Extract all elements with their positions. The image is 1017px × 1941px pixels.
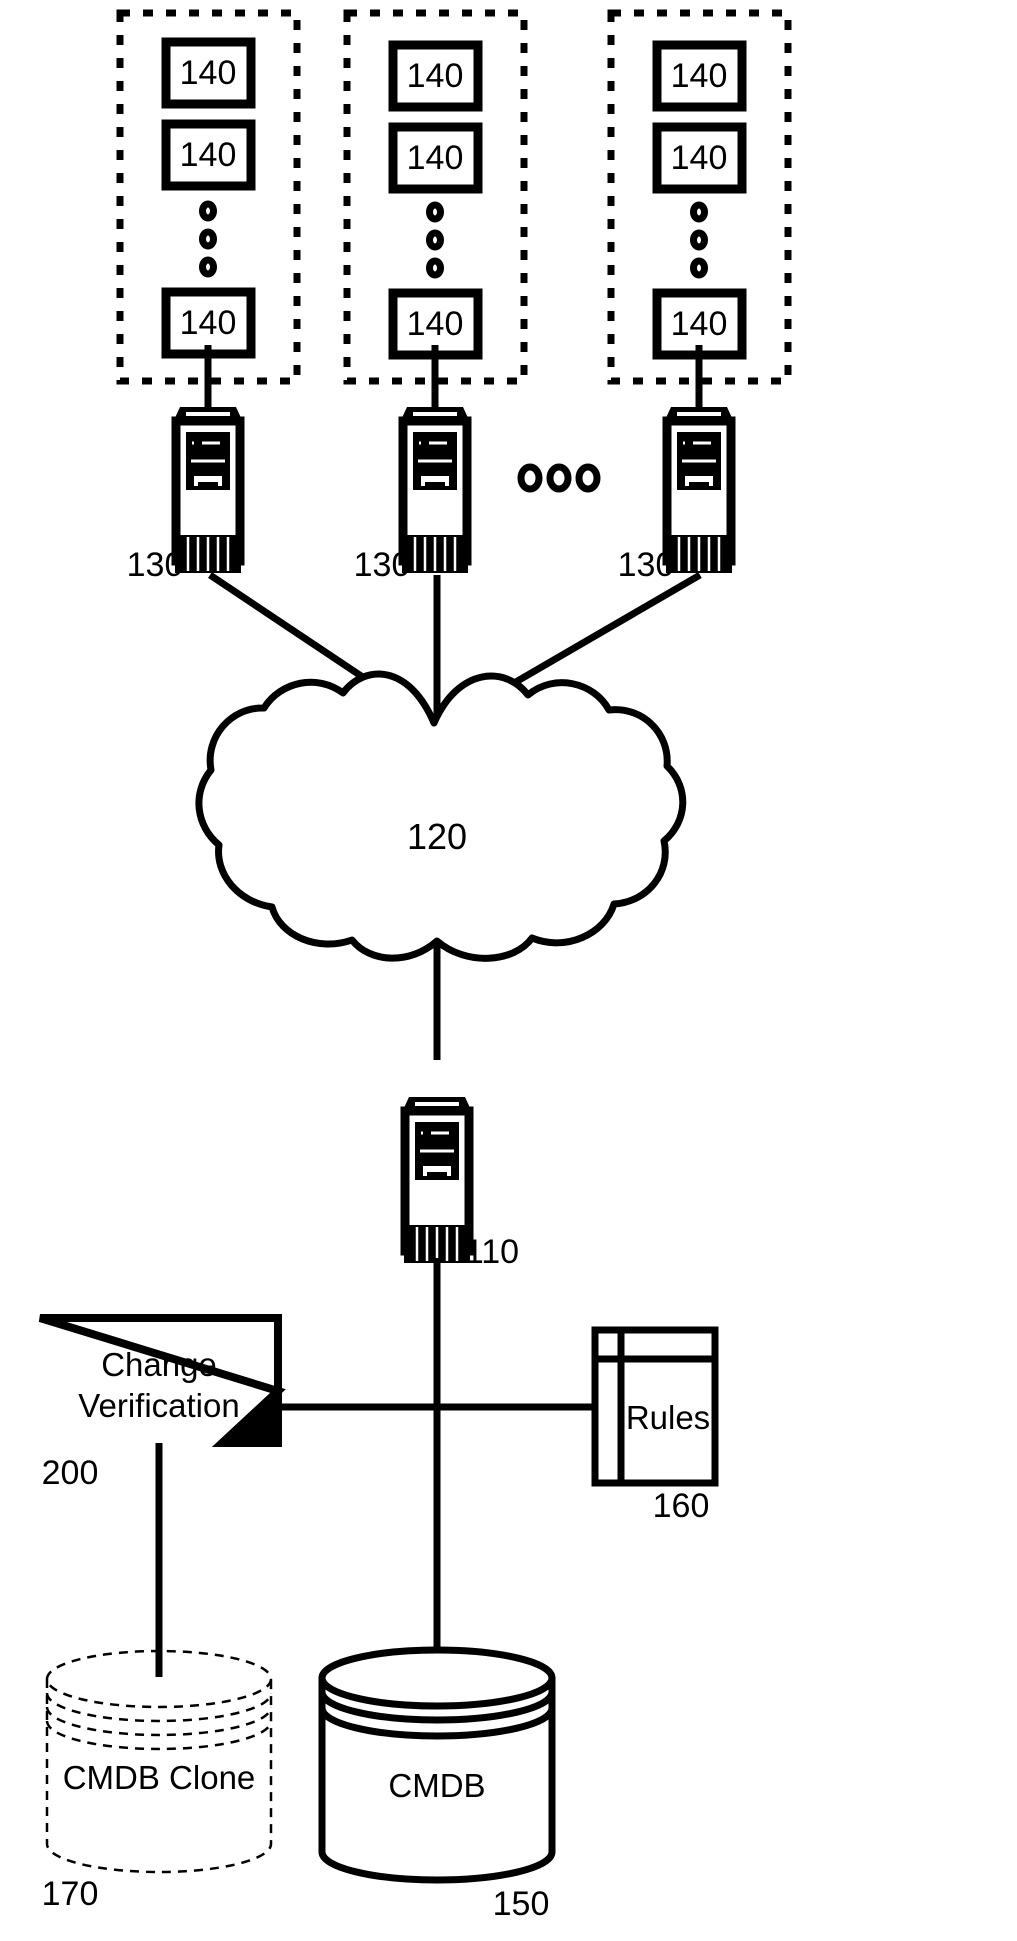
endpoint-label: 140	[180, 54, 237, 92]
cmdb-cylinder: CMDB 150	[318, 1646, 556, 1923]
server-ref-label: 130	[618, 546, 675, 584]
cmdb-clone-title: CMDB Clone	[63, 1759, 256, 1796]
change-verification-title-line1: Change	[101, 1346, 217, 1383]
central-server-ref-label: 110	[465, 1233, 519, 1271]
group-horizontal-ellipsis-icon	[517, 463, 601, 493]
group-1-vertical-ellipsis-icon	[199, 200, 217, 278]
endpoint-node-140-2b: 140	[388, 122, 483, 194]
group-2-vertical-ellipsis-icon	[426, 201, 444, 279]
endpoint-group-1: 140 140 140	[116, 9, 301, 385]
network-architecture-diagram: 140 140 140 140 140 140 140 140 140 130 …	[38, 9, 792, 1923]
cmdb-top-disc	[318, 1646, 556, 1710]
endpoint-node-140-3b: 140	[652, 122, 747, 194]
server-ref-label: 130	[354, 546, 411, 584]
endpoint-group-2: 140 140 140	[343, 9, 528, 385]
endpoint-label: 140	[407, 305, 464, 343]
endpoint-label: 140	[180, 136, 237, 174]
endpoint-label: 140	[180, 304, 237, 342]
endpoint-group-3: 140 140 140	[607, 9, 792, 385]
cmdb-title: CMDB	[388, 1767, 485, 1804]
endpoint-label: 140	[671, 57, 728, 95]
figure-canvas: 140 140 140 140 140 140 140 140 140 130 …	[0, 0, 1017, 1941]
endpoint-node-140-2a: 140	[388, 40, 483, 112]
rules-title: Rules	[626, 1399, 710, 1436]
endpoint-node-140-3a: 140	[652, 40, 747, 112]
change-verification-ref-label: 200	[42, 1454, 99, 1492]
change-verification-title-line2: Verification	[78, 1387, 239, 1424]
endpoint-label: 140	[407, 57, 464, 95]
group-3-vertical-ellipsis-icon	[690, 201, 708, 279]
network-cloud: 120	[195, 670, 687, 962]
endpoint-label: 140	[407, 139, 464, 177]
cloud-label: 120	[407, 816, 467, 857]
cmdb-clone-ref-label: 170	[42, 1875, 99, 1913]
cmdb-ref-label: 150	[493, 1885, 550, 1923]
server-ref-label: 130	[127, 546, 184, 584]
endpoint-node-140-1b: 140	[161, 119, 256, 191]
endpoint-node-140-1c: 140	[161, 287, 256, 359]
central-server-110: 110	[400, 1097, 519, 1271]
endpoint-label: 140	[671, 305, 728, 343]
cmdb-clone-cylinder: CMDB Clone 170	[42, 1649, 273, 1913]
rules-ref-label: 160	[653, 1487, 710, 1525]
endpoint-label: 140	[671, 139, 728, 177]
rules-box: Rules 160	[591, 1326, 719, 1525]
endpoint-node-140-1a: 140	[161, 37, 256, 109]
